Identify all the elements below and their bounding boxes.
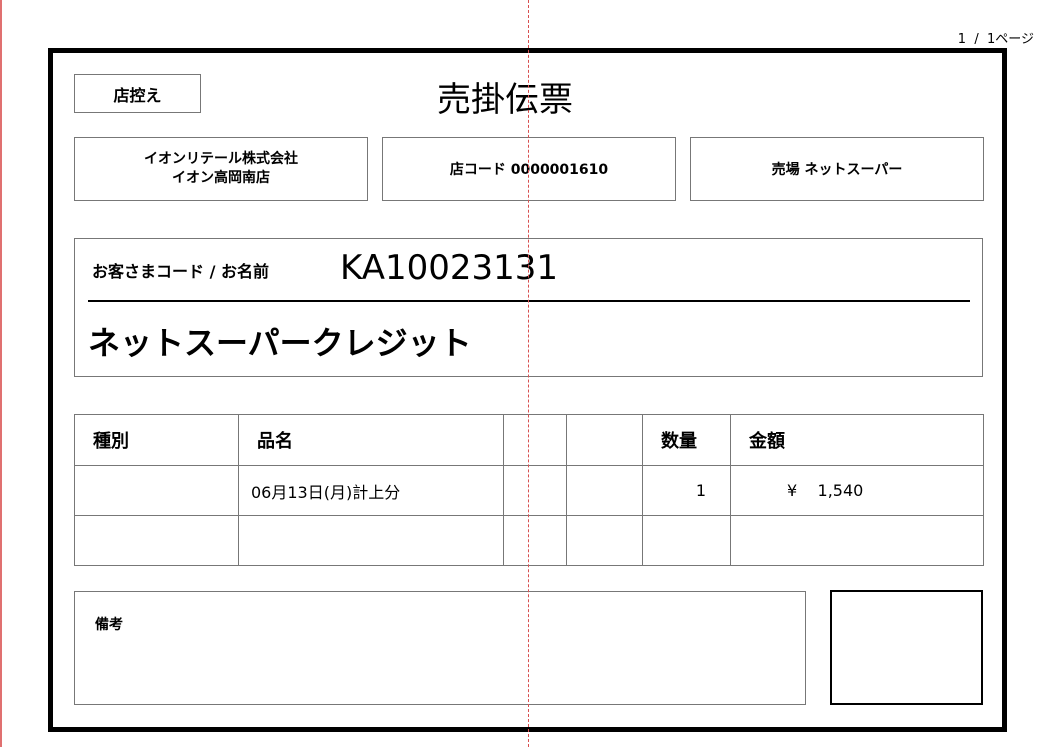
customer-name: ネットスーパークレジット [88,324,472,362]
header-product: 品名 [238,414,504,466]
store-copy-label: 店控え [74,74,201,113]
table-header-row: 種別 品名 数量 金額 [74,414,984,466]
header-amount: 金額 [730,414,984,466]
header-col4 [566,414,643,466]
page-left-edge [0,0,2,747]
company-name: イオンリテール株式会社 [144,151,298,167]
header-qty: 数量 [642,414,731,466]
shop-code: 店コード 0000001610 [382,137,676,201]
cell-type [74,515,239,566]
cell-col4 [566,465,643,516]
customer-code: KA10023131 [340,248,559,288]
cell-product: 06月13日(月)計上分 [238,465,504,516]
customer-divider [88,300,970,302]
cell-product [238,515,504,566]
fold-guide-line [528,0,529,747]
stamp-box [830,590,983,705]
store-name: イオン高岡南店 [172,170,270,186]
cell-amount [730,515,984,566]
table-row: 06月13日(月)計上分 1 ¥ 1,540 [74,465,984,516]
slip-title: 売掛伝票 [437,79,573,120]
header-type: 種別 [74,414,239,466]
cell-col4 [566,515,643,566]
remarks-label: 備考 [95,617,123,633]
page-indicator: 1 / 1ページ [957,32,1034,47]
remarks-box [74,591,806,705]
table-row [74,515,984,566]
cell-col3 [503,515,567,566]
company-box: イオンリテール株式会社 イオン高岡南店 [74,137,368,201]
customer-label: お客さまコード / お名前 [92,262,269,281]
cell-type [74,465,239,516]
cell-col3 [503,465,567,516]
header-col3 [503,414,567,466]
sales-section: 売場 ネットスーパー [690,137,984,201]
items-table: 種別 品名 数量 金額 06月13日(月)計上分 1 ¥ 1,540 [74,414,984,566]
cell-qty: 1 [642,465,731,516]
cell-amount: ¥ 1,540 [730,465,984,516]
cell-qty [642,515,731,566]
